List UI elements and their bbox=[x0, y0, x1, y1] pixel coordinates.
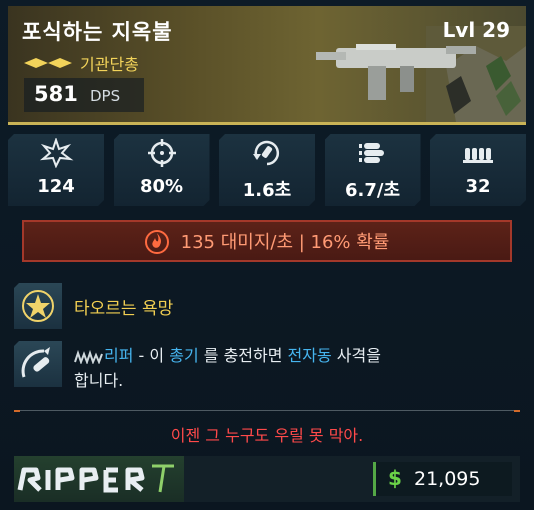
weapon-card: 포식하는 지옥불 Lvl 29 기관단총 581 DPS 124 80% 1.6… bbox=[0, 0, 534, 510]
stat-value: 32 bbox=[465, 176, 491, 197]
accuracy-crosshair-icon bbox=[144, 138, 180, 168]
manufacturer-logo bbox=[14, 456, 184, 502]
stat-reload: 1.6초 bbox=[219, 134, 315, 206]
flavor-text: 이젠 그 누구도 우릴 못 막아. bbox=[170, 426, 364, 445]
currency-icon: $ bbox=[388, 466, 402, 490]
elemental-effect-bar: 135 대미지/초 | 16% 확률 bbox=[22, 220, 512, 262]
fire-icon bbox=[144, 230, 169, 254]
divider-accent bbox=[14, 410, 20, 412]
stat-accuracy: 80% bbox=[114, 134, 210, 206]
weapon-level: Lvl 29 bbox=[442, 18, 510, 42]
ripper-brand-icon bbox=[74, 349, 103, 364]
ripper-logo bbox=[17, 464, 174, 493]
weapon-name: 포식하는 지옥불 bbox=[22, 20, 173, 44]
stat-value: 124 bbox=[37, 176, 75, 197]
divider bbox=[14, 410, 520, 411]
perk-name: 타오르는 욕망 bbox=[74, 299, 174, 319]
magazine-ammo-icon bbox=[460, 138, 496, 168]
perk-icon-box bbox=[14, 283, 62, 329]
damage-burst-icon bbox=[38, 138, 74, 168]
charge-blade-icon bbox=[21, 347, 50, 378]
perk-text-part: 사격을 bbox=[331, 346, 381, 365]
elemental-effect-text: 135 대미지/초 | 16% 확률 bbox=[180, 232, 390, 253]
stat-value: 1.6초 bbox=[242, 180, 292, 201]
perk-keyword: 전자동 bbox=[287, 346, 332, 365]
reload-icon bbox=[249, 138, 285, 168]
perk-text-part: 를 충전하면 bbox=[198, 346, 288, 365]
perk-text-part: 합니다. bbox=[74, 371, 124, 390]
stats-row: 124 80% 1.6초 6.7/초 32 bbox=[8, 134, 526, 206]
perk-text-part: - 이 bbox=[133, 346, 170, 365]
perk-description: 리퍼 - 이 총기 를 충전하면 전자동 사격을합니다. bbox=[74, 343, 494, 393]
stat-fire-rate: 6.7/초 bbox=[325, 134, 421, 206]
weapon-type: 기관단총 bbox=[80, 55, 139, 74]
stat-value: 6.7/초 bbox=[344, 180, 401, 201]
price-value: 21,095 bbox=[414, 468, 481, 490]
dps-unit: DPS bbox=[90, 87, 121, 105]
perk-keyword: 총기 bbox=[169, 346, 199, 365]
divider-accent bbox=[514, 410, 520, 412]
rarity-chevrons-icon bbox=[24, 58, 72, 68]
dps-badge: 581 DPS bbox=[24, 78, 144, 112]
weapon-header: 포식하는 지옥불 Lvl 29 기관단총 581 DPS bbox=[8, 6, 526, 125]
dps-value: 581 bbox=[34, 82, 78, 106]
star-badge-icon bbox=[22, 290, 54, 322]
perk-icon-box bbox=[14, 341, 62, 387]
footer-bar: $ 21,095 bbox=[14, 456, 520, 502]
price-display: $ 21,095 bbox=[373, 462, 512, 496]
brand-name: 리퍼 bbox=[104, 346, 134, 365]
stat-damage: 124 bbox=[8, 134, 104, 206]
stat-value: 80% bbox=[139, 176, 184, 197]
fire-rate-bullets-icon bbox=[355, 138, 391, 168]
stat-magazine: 32 bbox=[430, 134, 526, 206]
